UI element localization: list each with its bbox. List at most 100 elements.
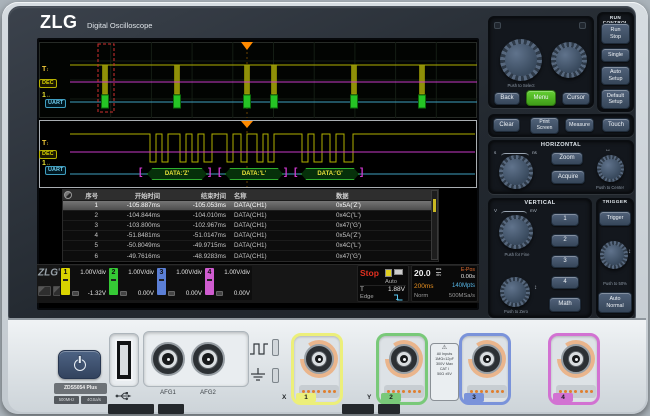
zoom-button[interactable]: Zoom	[551, 152, 583, 165]
trigger-level-marker-zoom[interactable]: T↕	[42, 140, 49, 148]
acquire-button[interactable]: Acquire	[551, 170, 585, 184]
vertical-scale-knob[interactable]	[499, 215, 533, 249]
channel4-offset: 0.00V	[234, 290, 250, 297]
channel4-status[interactable]: 4 1.00V/div 0.00V	[204, 266, 252, 300]
events-list-icon[interactable]	[64, 191, 72, 199]
channel1-offset: -1.32V	[88, 290, 106, 297]
decoder-label-uart[interactable]: UART	[45, 99, 66, 108]
table-row[interactable]: 2-104.844ms-104.010msDATA(CH1)0x4C('L')	[63, 211, 438, 221]
trigger-level-marker[interactable]: T↕	[42, 66, 49, 74]
decoder-label-uart-zoom[interactable]: UART	[45, 166, 66, 175]
table-row[interactable]: 1-105.887ms-105.053msDATA(CH1)0x5A('Z')	[63, 201, 438, 211]
afg2-connector	[191, 342, 225, 376]
cell-start: -103.800ms	[103, 222, 165, 229]
horizontal-scale-knob[interactable]	[499, 155, 533, 189]
power-button[interactable]	[58, 350, 101, 379]
trigger-level-knob[interactable]	[600, 241, 628, 269]
cell-data: 0x4C('L')	[333, 212, 438, 219]
channel4-bnc	[561, 344, 591, 374]
multifunction-knob-b[interactable]	[551, 42, 587, 78]
back-button[interactable]: Back	[494, 92, 520, 105]
afg1-label: AFG1	[156, 390, 180, 396]
device-foot	[158, 404, 184, 414]
up-down-arrows-icon: ↕	[534, 285, 537, 291]
channel2-number-tab: 2	[381, 393, 401, 402]
horizontal-position-knob[interactable]	[597, 155, 624, 182]
table-row[interactable]: 5-50.8049ms-49.9715msDATA(CH1)0x4C('L')	[63, 241, 438, 251]
touch-button[interactable]: Touch	[602, 118, 630, 132]
channel4-badge: 4	[205, 268, 214, 295]
cell-data: 0x47('G')	[333, 222, 438, 229]
trigger-slope-chip-icon	[394, 269, 403, 275]
cell-end: -51.0147ms	[165, 232, 231, 239]
decode-bracket: [	[139, 167, 142, 179]
comp-terminal-ground	[272, 368, 279, 383]
table-row[interactable]: 4-51.8481ms-51.0147msDATA(CH1)0x5A('Z')	[63, 231, 438, 241]
menu-button[interactable]: Menu	[526, 90, 556, 106]
auto-normal-button[interactable]: Auto Normal	[598, 292, 632, 313]
decoded-byte-bubble: DATA:'L'	[225, 168, 283, 180]
screen-tool-icon-a[interactable]	[38, 286, 51, 296]
cell-name: DATA(CH1)	[231, 222, 333, 229]
cursor-button[interactable]: Cursor	[562, 92, 590, 105]
cell-index: 2	[63, 212, 103, 219]
cell-index: 5	[63, 242, 103, 249]
afg2-label: AFG2	[196, 390, 220, 396]
math-button[interactable]: Math	[549, 297, 581, 312]
single-button[interactable]: Single	[601, 48, 630, 62]
hscale-min-label: ns	[532, 150, 537, 155]
channel1-button[interactable]: 1	[551, 213, 579, 226]
decoder-label-dec[interactable]: DEC	[39, 79, 57, 88]
cell-start: -49.7616ms	[103, 253, 165, 260]
channel1-number-tab: 1	[296, 393, 316, 402]
channel2-button[interactable]: 2	[551, 234, 579, 247]
usb-icon	[115, 391, 133, 401]
trigger-title: TRIGGER	[596, 200, 634, 205]
channel1-status[interactable]: 1 1.00V/div -1.32V	[60, 266, 108, 300]
channel2-bnc	[389, 344, 419, 374]
trigger-level-icon	[385, 269, 392, 277]
trigger-menu-button[interactable]: Trigger	[599, 211, 631, 226]
channel3-button[interactable]: 3	[551, 255, 579, 268]
channel3-status[interactable]: 3 1.00V/div 0.00V	[156, 266, 204, 300]
auto-setup-button[interactable]: Auto Setup	[601, 66, 630, 85]
cell-end: -104.010ms	[165, 212, 231, 219]
timebase-status-box[interactable]: 20.0 ms div E-Pos 0.00s 200ms 140Mpts No…	[411, 265, 478, 302]
default-setup-button[interactable]: Default Setup	[601, 89, 630, 109]
probe-ratio-icon	[216, 291, 223, 296]
cell-name: DATA(CH1)	[231, 202, 333, 209]
print-screen-button[interactable]: Print Screen	[530, 117, 559, 134]
vertical-title: VERTICAL	[488, 200, 592, 206]
table-scrollbar[interactable]	[431, 190, 438, 260]
channel2-badge: 2	[109, 268, 118, 295]
cell-data: 0x5A('Z')	[333, 232, 438, 239]
vertical-position-knob[interactable]	[500, 277, 530, 307]
afg1-connector	[151, 342, 185, 376]
device-foot	[108, 404, 154, 414]
model-label: ZDS5054 Plus	[54, 383, 107, 394]
table-row[interactable]: 6-49.7616ms-48.9283msDATA(CH1)0x47('G')	[63, 251, 438, 261]
channel4-button[interactable]: 4	[551, 276, 579, 289]
channel3-bnc	[472, 344, 502, 374]
trigger-level-value: 1.88V	[388, 286, 405, 293]
scrollbar-thumb[interactable]	[433, 199, 436, 212]
brand-logo: ZLG	[40, 12, 78, 33]
table-row[interactable]: 3-103.800ms-102.967msDATA(CH1)0x47('G')	[63, 221, 438, 231]
cell-data: 0x47('G')	[333, 253, 438, 260]
cell-name: DATA(CH1)	[231, 242, 333, 249]
table-header-row: 序号 开始时间 结束时间 名称 数据	[63, 190, 438, 201]
run-stop-button[interactable]: Run Stop	[601, 23, 630, 44]
sample-rate: 500MSa/s	[449, 293, 475, 299]
measure-button[interactable]: Measure	[565, 118, 594, 132]
up-down-arrows-icon: ↕	[628, 249, 631, 255]
probe-ratio-icon	[168, 291, 175, 296]
knob-b-led	[579, 22, 586, 29]
channel2-status[interactable]: 2 1.00V/div 0.00V	[108, 266, 156, 300]
trigger-status-box[interactable]: Stop Auto T 1.88V Edge	[357, 265, 409, 302]
clear-button[interactable]: Clear	[493, 118, 520, 132]
decoder-label-dec-zoom[interactable]: DEC	[39, 150, 57, 159]
multifunction-knob-a[interactable]	[500, 39, 542, 81]
edge-slope-icon	[393, 294, 404, 302]
push-for-fine-label: Push for Fine	[494, 252, 540, 257]
push-to-center-label: Push to Center	[586, 185, 634, 190]
